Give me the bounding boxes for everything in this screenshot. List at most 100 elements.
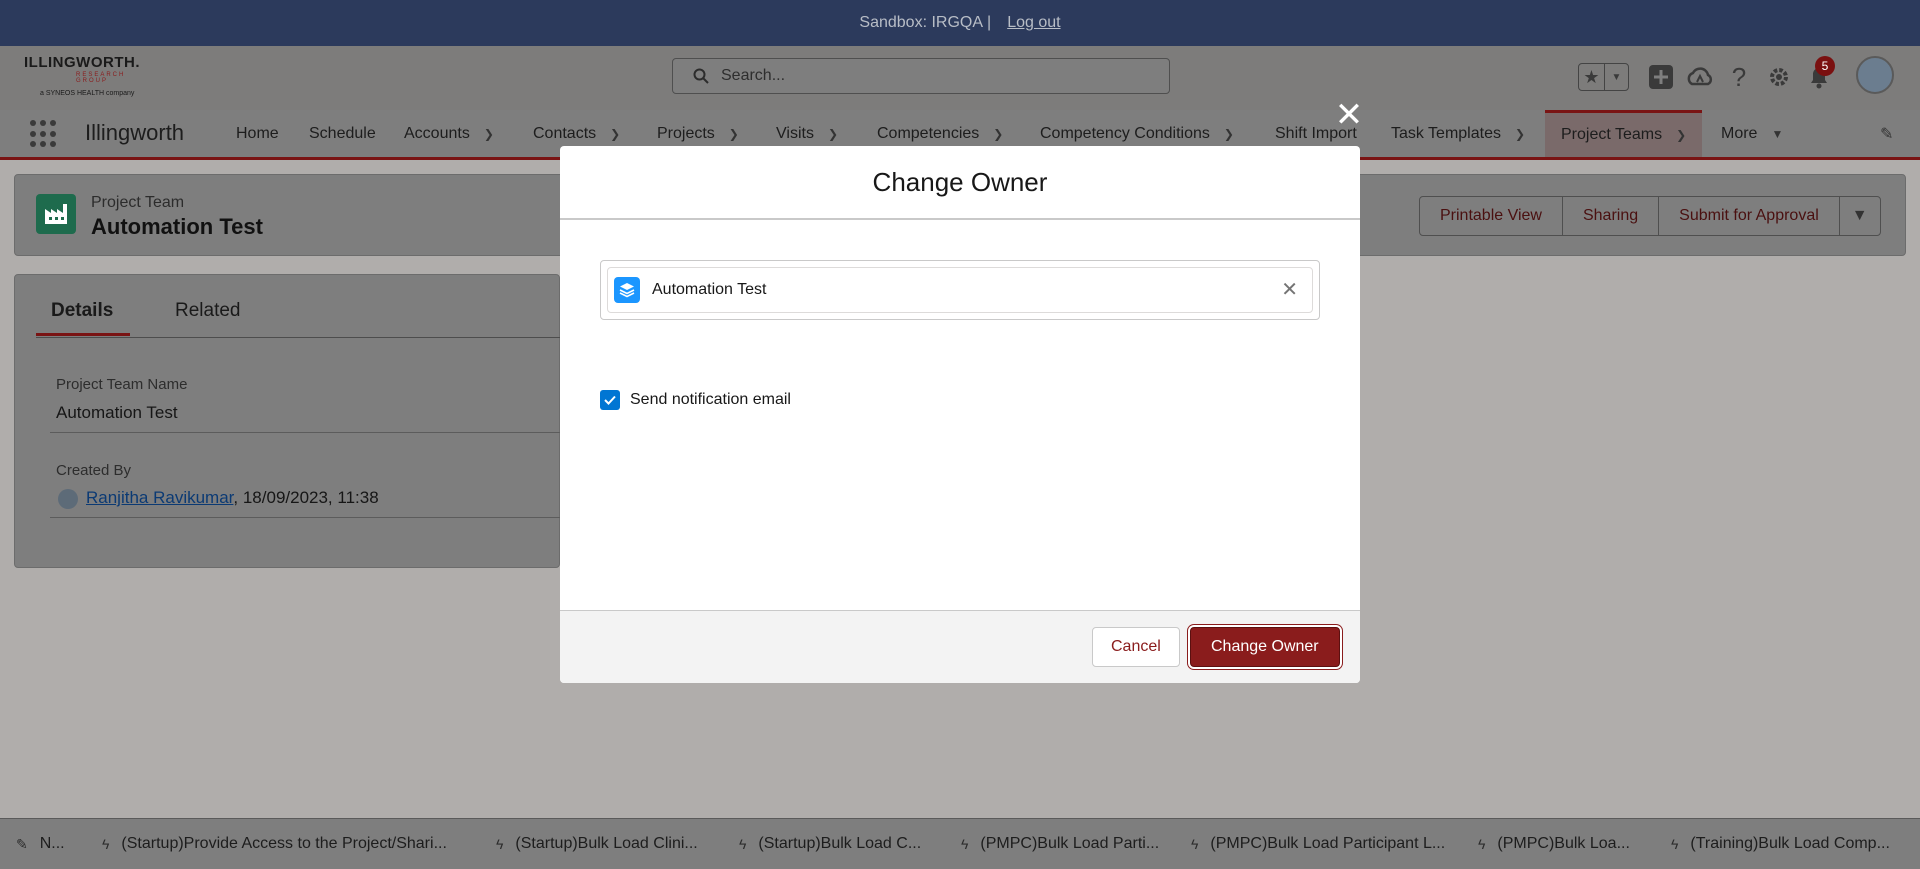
utility-item-label: (PMPC)Bulk Loa...: [1497, 835, 1630, 852]
utility-item[interactable]: ϟ (Startup)Bulk Load Clini...: [496, 835, 739, 853]
change-owner-button[interactable]: Change Owner: [1190, 627, 1340, 667]
close-icon[interactable]: ✕: [1334, 98, 1364, 132]
cancel-button[interactable]: Cancel: [1092, 627, 1180, 667]
created-by-value: Ranjitha Ravikumar, 18/09/2023, 11:38: [58, 488, 379, 509]
bolt-icon: ϟ: [1191, 836, 1199, 852]
utility-item-label: (Startup)Provide Access to the Project/S…: [121, 835, 447, 852]
modal-title: Change Owner: [560, 146, 1360, 220]
utility-item-label: (Startup)Bulk Load C...: [758, 835, 922, 852]
nav-item-project-teams[interactable]: Project Teams ❯: [1545, 110, 1703, 157]
chevron-down-icon[interactable]: ❯: [1515, 127, 1525, 141]
app-launcher-icon[interactable]: [30, 120, 58, 148]
utility-item[interactable]: ✎ N...: [16, 835, 102, 853]
bolt-icon: ϟ: [739, 836, 747, 852]
nav-item-label: Competencies: [877, 124, 980, 142]
utility-item-label: (Startup)Bulk Load Clini...: [515, 835, 698, 852]
created-by-link[interactable]: Ranjitha Ravikumar: [86, 488, 233, 507]
printable-view-button[interactable]: Printable View: [1419, 196, 1563, 236]
project-team-icon: [36, 194, 76, 234]
caret-down-icon: ▼: [1851, 207, 1868, 224]
favorite-star-icon[interactable]: ★: [1579, 64, 1605, 90]
app-name: Illingworth: [85, 120, 185, 145]
created-date: , 18/09/2023, 11:38: [233, 488, 379, 507]
chevron-down-icon[interactable]: ❯: [1224, 127, 1234, 141]
nav-item-label: Projects: [657, 124, 715, 142]
tab-related[interactable]: Related: [175, 300, 241, 322]
sandbox-bar: Sandbox: IRGQA | Log out: [0, 0, 1920, 46]
submit-for-approval-button[interactable]: Submit for Approval: [1658, 196, 1840, 236]
modal-footer: Cancel Change Owner: [560, 610, 1360, 683]
utility-item[interactable]: ϟ (Startup)Bulk Load C...: [739, 835, 961, 853]
nav-item-label: Competency Conditions: [1040, 124, 1210, 142]
favorites-dropdown-icon[interactable]: ▼: [1605, 72, 1628, 83]
global-search[interactable]: [672, 58, 1170, 94]
utility-item[interactable]: ϟ (PMPC)Bulk Load Parti...: [961, 835, 1191, 853]
nav-item-label: Project Teams: [1561, 126, 1663, 143]
layers-icon: [614, 277, 640, 303]
favorites-group[interactable]: ★ ▼: [1578, 63, 1629, 91]
utility-item[interactable]: ϟ (Startup)Provide Access to the Project…: [102, 835, 496, 853]
user-avatar[interactable]: [1856, 56, 1894, 94]
send-notification-checkbox[interactable]: [600, 390, 620, 410]
nav-item-label: Home: [236, 124, 279, 142]
notification-badge: 5: [1815, 56, 1835, 76]
sandbox-separator: |: [987, 14, 992, 31]
tabs-divider: [36, 337, 560, 338]
chevron-down-icon[interactable]: ❯: [1676, 128, 1686, 142]
note-icon: ✎: [16, 835, 28, 852]
chevron-down-icon[interactable]: ❯: [828, 127, 838, 141]
owner-lookup: Automation Test ✕: [600, 260, 1320, 320]
nav-item-schedule[interactable]: Schedule: [309, 110, 376, 157]
record-type-label: Project Team: [91, 194, 185, 211]
nav-item-home[interactable]: Home: [236, 110, 279, 157]
field-divider: [50, 517, 560, 518]
search-input[interactable]: [719, 66, 1123, 86]
utility-item-label: N...: [39, 835, 65, 852]
bolt-icon: ϟ: [1478, 836, 1486, 852]
field-label: Created By: [56, 462, 132, 479]
company-logo[interactable]: ILLINGWORTH. RESEARCH GROUP a SYNEOS HEA…: [24, 54, 154, 102]
chevron-down-icon[interactable]: ❯: [610, 127, 620, 141]
sandbox-label: Sandbox: IRGQA: [859, 14, 984, 31]
nav-item-label: Accounts: [404, 124, 470, 142]
global-actions-button[interactable]: [1646, 62, 1676, 92]
nav-item-label: Task Templates: [1391, 124, 1501, 142]
help-icon[interactable]: ?: [1724, 62, 1754, 92]
utility-item[interactable]: ϟ (Training)Bulk Load Comp...: [1671, 835, 1911, 853]
record-actions: Printable View Sharing Submit for Approv…: [1419, 196, 1881, 236]
caret-down-icon[interactable]: ▼: [1771, 127, 1783, 141]
nav-item-more[interactable]: More ▼: [1721, 110, 1783, 157]
chevron-down-icon[interactable]: ❯: [729, 127, 739, 141]
bolt-icon: ϟ: [1671, 836, 1679, 852]
utility-item[interactable]: ϟ (PMPC)Bulk Loa...: [1478, 835, 1671, 853]
checkbox-label: Send notification email: [630, 391, 791, 408]
utility-item-label: (PMPC)Bulk Load Parti...: [980, 835, 1160, 852]
selected-record-pill[interactable]: Automation Test ✕: [607, 267, 1313, 313]
field-label: Project Team Name: [56, 376, 188, 393]
setup-button[interactable]: [1764, 62, 1794, 92]
sharing-button[interactable]: Sharing: [1561, 196, 1660, 236]
edit-nav-icon[interactable]: ✎: [1880, 124, 1893, 144]
nav-item-label: Schedule: [309, 124, 376, 142]
logo-tagline: a SYNEOS HEALTH company: [40, 90, 135, 97]
active-tab-indicator: [36, 333, 130, 336]
search-icon: [693, 68, 709, 84]
send-notification-checkbox-row[interactable]: Send notification email: [600, 390, 791, 410]
plus-icon: [1649, 65, 1673, 89]
logo-subtitle: RESEARCH GROUP: [76, 72, 126, 84]
nav-item-accounts[interactable]: Accounts ❯: [404, 110, 494, 157]
chevron-down-icon[interactable]: ❯: [993, 127, 1003, 141]
more-actions-button[interactable]: ▼: [1838, 196, 1881, 236]
nav-item-task-templates[interactable]: Task Templates ❯: [1391, 110, 1525, 157]
remove-icon[interactable]: ✕: [1281, 280, 1298, 300]
logout-link[interactable]: Log out: [1007, 14, 1060, 32]
cloud-icon: [1687, 67, 1713, 86]
chevron-down-icon[interactable]: ❯: [484, 127, 494, 141]
trailhead-button[interactable]: [1685, 62, 1715, 92]
gear-icon: [1770, 68, 1788, 86]
nav-item-label: Visits: [776, 124, 814, 142]
utility-item-label: (Training)Bulk Load Comp...: [1690, 835, 1890, 852]
bolt-icon: ϟ: [102, 836, 110, 852]
utility-item[interactable]: ϟ (PMPC)Bulk Load Participant L...: [1191, 835, 1478, 853]
tab-details[interactable]: Details: [51, 300, 113, 322]
